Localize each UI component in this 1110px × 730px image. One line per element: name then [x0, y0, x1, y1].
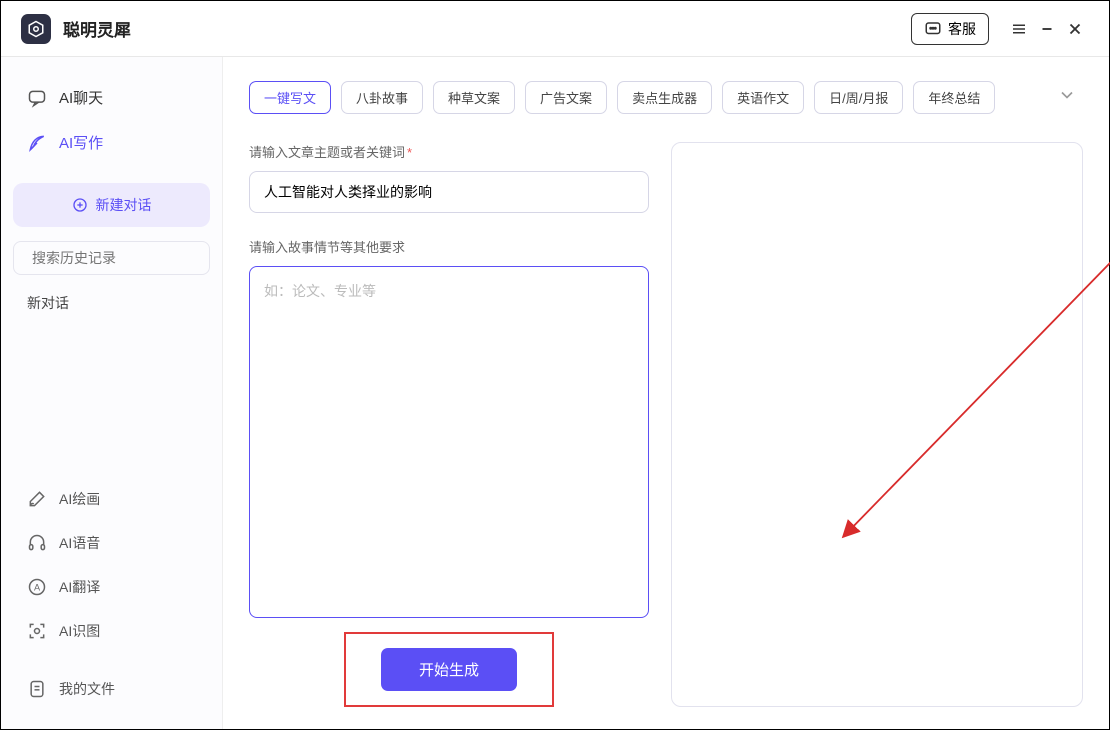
tag-button[interactable]: 八卦故事 [341, 81, 423, 114]
expand-tags-button[interactable] [1051, 79, 1083, 116]
tag-button[interactable]: 日/周/月报 [814, 81, 903, 114]
sidebar-item-label: AI聊天 [59, 87, 103, 108]
sidebar-item-paint[interactable]: AI绘画 [13, 477, 210, 521]
titlebar: 聪明灵犀 客服 [1, 1, 1109, 57]
sidebar-item-chat[interactable]: AI聊天 [13, 75, 210, 120]
main-panel: 一键写文 八卦故事 种草文案 广告文案 卖点生成器 英语作文 日/周/月报 年终… [223, 57, 1109, 729]
sidebar-item-image-recog[interactable]: AI识图 [13, 609, 210, 653]
sidebar-item-voice[interactable]: AI语音 [13, 521, 210, 565]
sidebar-item-write[interactable]: AI写作 [13, 120, 210, 165]
menu-button[interactable] [1005, 15, 1033, 43]
sidebar-item-label: AI绘画 [59, 489, 100, 509]
input-form: 请输入文章主题或者关键词* 请输入故事情节等其他要求 开始生成 [249, 142, 649, 707]
history-item[interactable]: 新对话 [13, 281, 210, 325]
tag-button[interactable]: 广告文案 [525, 81, 607, 114]
tag-button[interactable]: 英语作文 [722, 81, 804, 114]
tag-button[interactable]: 种草文案 [433, 81, 515, 114]
sidebar-item-label: AI写作 [59, 132, 103, 153]
svg-text:A: A [34, 582, 41, 592]
headphones-icon [27, 533, 47, 553]
support-button[interactable]: 客服 [911, 13, 989, 45]
search-history-input[interactable] [32, 250, 213, 266]
brush-icon [27, 489, 47, 509]
topic-label: 请输入文章主题或者关键词* [249, 142, 649, 161]
tag-button[interactable]: 卖点生成器 [617, 81, 712, 114]
sidebar-item-translate[interactable]: A AI翻译 [13, 565, 210, 609]
category-tag-row: 一键写文 八卦故事 种草文案 广告文案 卖点生成器 英语作文 日/周/月报 年终… [249, 79, 1083, 116]
feather-icon [27, 133, 47, 153]
sidebar-item-files[interactable]: 我的文件 [13, 667, 210, 711]
tag-button[interactable]: 年终总结 [913, 81, 995, 114]
sidebar: AI聊天 AI写作 新建对话 新对话 AI绘画 [1, 57, 223, 729]
minimize-button[interactable] [1033, 15, 1061, 43]
close-button[interactable] [1061, 15, 1089, 43]
translate-icon: A [27, 577, 47, 597]
file-icon [27, 679, 47, 699]
sidebar-item-label: AI识图 [59, 621, 100, 641]
detail-textarea[interactable] [249, 266, 649, 618]
topic-input[interactable] [249, 171, 649, 213]
support-label: 客服 [948, 19, 976, 39]
search-history-wrap[interactable] [13, 241, 210, 275]
sidebar-item-label: AI翻译 [59, 577, 100, 597]
sidebar-item-label: AI语音 [59, 533, 100, 553]
sidebar-item-label: 我的文件 [59, 679, 115, 699]
output-panel [671, 142, 1083, 707]
chevron-down-icon [1057, 85, 1077, 105]
app-logo-icon [21, 14, 51, 44]
new-chat-button[interactable]: 新建对话 [13, 183, 210, 227]
scan-icon [27, 621, 47, 641]
generate-button[interactable]: 开始生成 [381, 648, 517, 691]
new-chat-label: 新建对话 [96, 195, 152, 215]
tag-button[interactable]: 一键写文 [249, 81, 331, 114]
chat-icon [27, 88, 47, 108]
detail-label: 请输入故事情节等其他要求 [249, 237, 649, 256]
app-title: 聪明灵犀 [63, 16, 131, 41]
generate-highlight-box: 开始生成 [344, 632, 554, 707]
